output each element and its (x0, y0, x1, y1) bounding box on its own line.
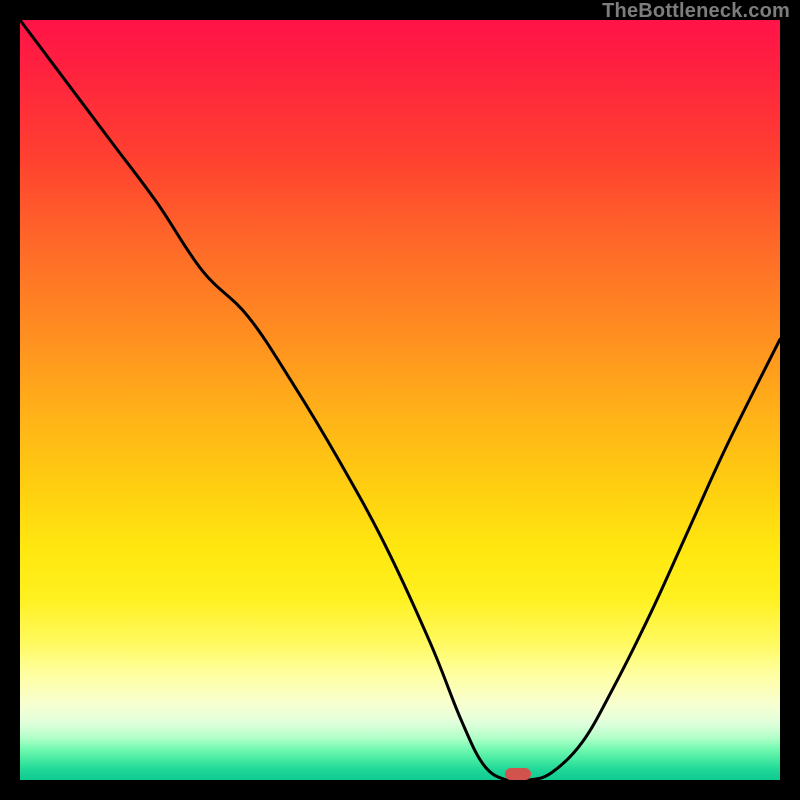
chart-frame: TheBottleneck.com (0, 0, 800, 800)
optimum-marker (505, 768, 531, 780)
bottleneck-line (20, 20, 780, 780)
plot-area (20, 20, 780, 780)
